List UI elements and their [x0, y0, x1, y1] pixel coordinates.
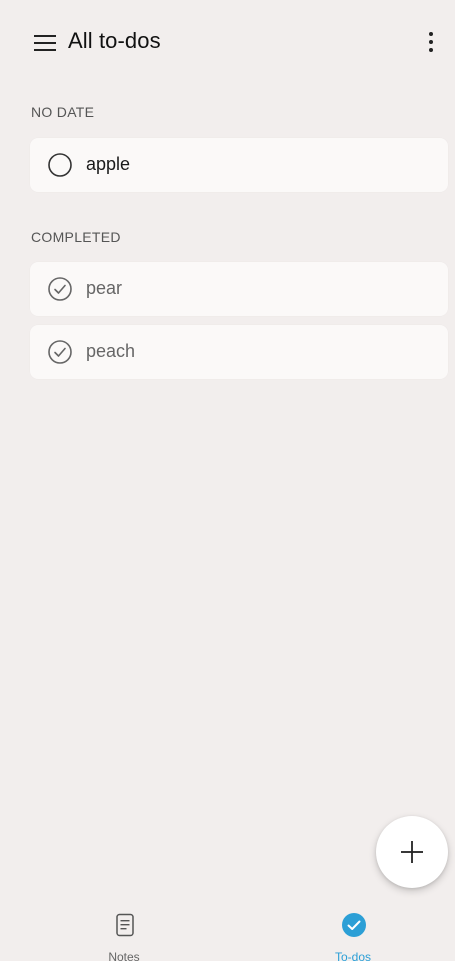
- nav-tab-todos[interactable]: To-dos: [293, 912, 413, 961]
- todo-checkbox[interactable]: [46, 275, 74, 303]
- page-title: All to-dos: [68, 28, 161, 53]
- circle-check-icon: [48, 340, 72, 364]
- todo-checkbox[interactable]: [46, 338, 74, 366]
- circle-check-icon: [48, 277, 72, 301]
- bottom-navigation: Notes To-dos: [0, 906, 455, 961]
- add-todo-button[interactable]: [376, 816, 448, 888]
- plus-icon: [401, 841, 423, 863]
- todo-checkbox[interactable]: [46, 151, 74, 179]
- todo-item-text: pear: [86, 278, 123, 298]
- note-document-icon: [116, 913, 134, 937]
- empty-circle-icon: [48, 153, 72, 177]
- todo-item[interactable]: apple: [30, 138, 448, 192]
- nav-label-todos: To-dos: [334, 950, 372, 961]
- checkmark-circle-filled-icon: [342, 913, 366, 937]
- todo-item-text: apple: [86, 154, 131, 174]
- hamburger-menu-icon: [34, 35, 56, 51]
- section-label-completed: COMPLETED: [31, 229, 121, 245]
- todo-item-text: peach: [86, 341, 136, 361]
- nav-label-notes: Notes: [108, 950, 140, 961]
- todo-screen: All to-dos NO DATE apple COMPLETED pear: [0, 0, 455, 961]
- more-vertical-icon: [429, 32, 433, 52]
- app-header: All to-dos: [0, 0, 455, 84]
- nav-notes-icon-wrap: [112, 912, 138, 938]
- todo-item[interactable]: peach: [30, 325, 448, 379]
- todo-item[interactable]: pear: [30, 262, 448, 316]
- nav-tab-notes[interactable]: Notes: [64, 912, 184, 961]
- nav-todos-icon-wrap: [341, 912, 367, 938]
- menu-button[interactable]: [22, 26, 68, 60]
- more-options-button[interactable]: [414, 24, 448, 60]
- section-label-no-date: NO DATE: [31, 104, 95, 120]
